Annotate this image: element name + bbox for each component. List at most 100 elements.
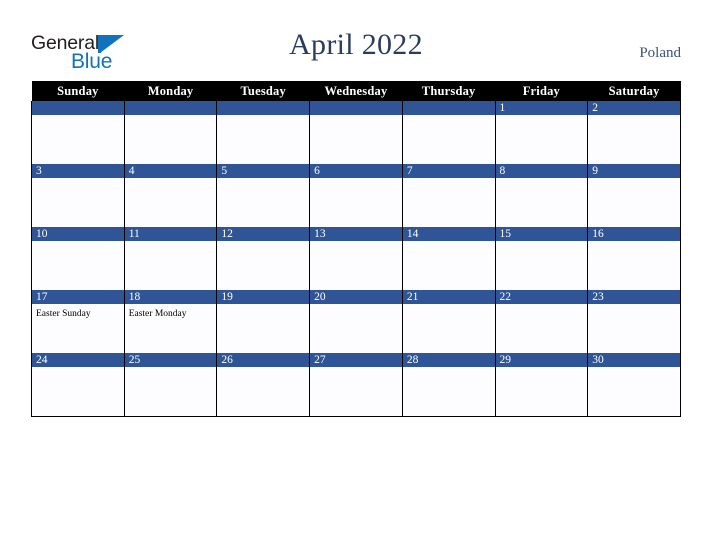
day-number: 5 [217, 164, 310, 178]
day-cell-content: 16 [588, 227, 680, 290]
calendar-grid: Sunday Monday Tuesday Wednesday Thursday… [31, 81, 681, 417]
day-number: 13 [310, 227, 402, 241]
calendar-day-cell[interactable]: 11 [123, 227, 218, 290]
day-events [217, 241, 309, 245]
calendar-day-cell[interactable]: 7 [401, 164, 496, 227]
day-number: 3 [32, 164, 124, 178]
day-number: 18 [124, 290, 217, 304]
calendar-day-cell[interactable]: 4 [123, 164, 218, 227]
calendar-body: 1 2 3 4 5 6 7 8 9 10 11 12 13 14 15 16 17 Easter Sunday 18… [31, 101, 681, 417]
calendar-day-cell[interactable]: 15 [494, 227, 589, 290]
day-cell-content: 10 [32, 227, 124, 290]
calendar-day-cell[interactable]: 10 [31, 227, 125, 290]
calendar-day-cell[interactable]: 29 [494, 353, 589, 417]
day-number [402, 101, 495, 115]
day-events [125, 115, 217, 119]
day-events [403, 241, 495, 245]
calendar-week-row: 10 11 12 13 14 15 16 [31, 227, 681, 290]
calendar-day-cell[interactable]: 5 [216, 164, 311, 227]
calendar-day-cell[interactable] [216, 101, 311, 164]
calendar-day-cell[interactable]: 26 [216, 353, 311, 417]
day-events [496, 304, 588, 308]
day-events [310, 367, 402, 371]
day-cell-content: 25 [124, 353, 217, 416]
calendar-day-cell[interactable]: 22 [494, 290, 589, 353]
weekday-header-wednesday: Wednesday [309, 81, 403, 101]
day-number: 6 [310, 164, 402, 178]
day-cell-content: 7 [402, 164, 495, 227]
calendar-day-cell[interactable]: 30 [587, 353, 681, 417]
day-events [403, 178, 495, 182]
day-number: 8 [495, 164, 588, 178]
calendar-day-cell[interactable]: 21 [401, 290, 496, 353]
calendar-day-cell[interactable]: 1 [494, 101, 589, 164]
day-number: 19 [217, 290, 310, 304]
calendar-day-cell[interactable]: 25 [123, 353, 218, 417]
day-number [124, 101, 217, 115]
calendar-day-cell[interactable]: 6 [309, 164, 403, 227]
day-events [496, 115, 588, 119]
day-cell-content: 29 [495, 353, 588, 416]
day-events [217, 178, 309, 182]
calendar-day-cell[interactable]: 28 [401, 353, 496, 417]
day-events [310, 304, 402, 308]
calendar-week-row: 3456789 [31, 164, 681, 227]
page-title: April 2022 [289, 28, 423, 61]
day-cell-content [32, 101, 124, 164]
day-events [125, 367, 217, 371]
calendar-day-cell[interactable] [309, 101, 403, 164]
day-events [588, 367, 680, 371]
day-events: Easter Monday [125, 304, 217, 320]
day-cell-content: 19 [217, 290, 310, 353]
calendar-day-cell[interactable]: 17 Easter Sunday [31, 290, 125, 353]
page-header: General Blue April 2022 Poland [0, 0, 712, 81]
day-number: 27 [310, 353, 402, 367]
day-events [310, 115, 402, 119]
day-number: 4 [124, 164, 217, 178]
day-cell-content: 13 [310, 227, 402, 290]
day-events [310, 178, 402, 182]
day-number: 1 [495, 101, 588, 115]
calendar-day-cell[interactable] [401, 101, 496, 164]
day-cell-content: 14 [402, 227, 495, 290]
day-events [32, 367, 124, 371]
day-number: 16 [588, 227, 680, 241]
day-cell-content: 3 [32, 164, 124, 227]
calendar-day-cell[interactable]: 16 [587, 227, 681, 290]
calendar-day-cell[interactable]: 24 [31, 353, 125, 417]
day-number: 10 [32, 227, 124, 241]
day-cell-content: 20 [310, 290, 402, 353]
day-number: 23 [588, 290, 680, 304]
weekday-header-saturday: Saturday [587, 81, 681, 101]
day-events [32, 178, 124, 182]
calendar-day-cell[interactable]: 23 [587, 290, 681, 353]
calendar-day-cell[interactable] [31, 101, 125, 164]
calendar-day-cell[interactable]: 20 [309, 290, 403, 353]
day-cell-content: 26 [217, 353, 310, 416]
day-number [217, 101, 310, 115]
calendar-day-cell[interactable] [123, 101, 218, 164]
day-events [496, 241, 588, 245]
day-cell-content [402, 101, 495, 164]
calendar-day-cell[interactable]: 8 [494, 164, 589, 227]
weekday-header-thursday: Thursday [402, 81, 496, 101]
calendar-day-cell[interactable]: 14 [401, 227, 496, 290]
calendar-day-cell[interactable]: 2 [587, 101, 681, 164]
calendar-day-cell[interactable]: 12 [216, 227, 311, 290]
day-events [32, 115, 124, 119]
calendar-day-cell[interactable]: 3 [31, 164, 125, 227]
holiday-label: Easter Sunday [36, 309, 91, 319]
day-cell-content: 28 [402, 353, 495, 416]
day-number: 20 [310, 290, 402, 304]
calendar-day-cell[interactable]: 18 Easter Monday [123, 290, 218, 353]
day-events [125, 178, 217, 182]
calendar-day-cell[interactable]: 27 [309, 353, 403, 417]
calendar-day-cell[interactable]: 19 [216, 290, 311, 353]
calendar-day-cell[interactable]: 13 [309, 227, 403, 290]
day-events [217, 115, 309, 119]
day-number: 28 [402, 353, 495, 367]
calendar-day-cell[interactable]: 9 [587, 164, 681, 227]
day-number: 21 [402, 290, 495, 304]
day-number: 7 [402, 164, 495, 178]
day-number: 22 [495, 290, 588, 304]
